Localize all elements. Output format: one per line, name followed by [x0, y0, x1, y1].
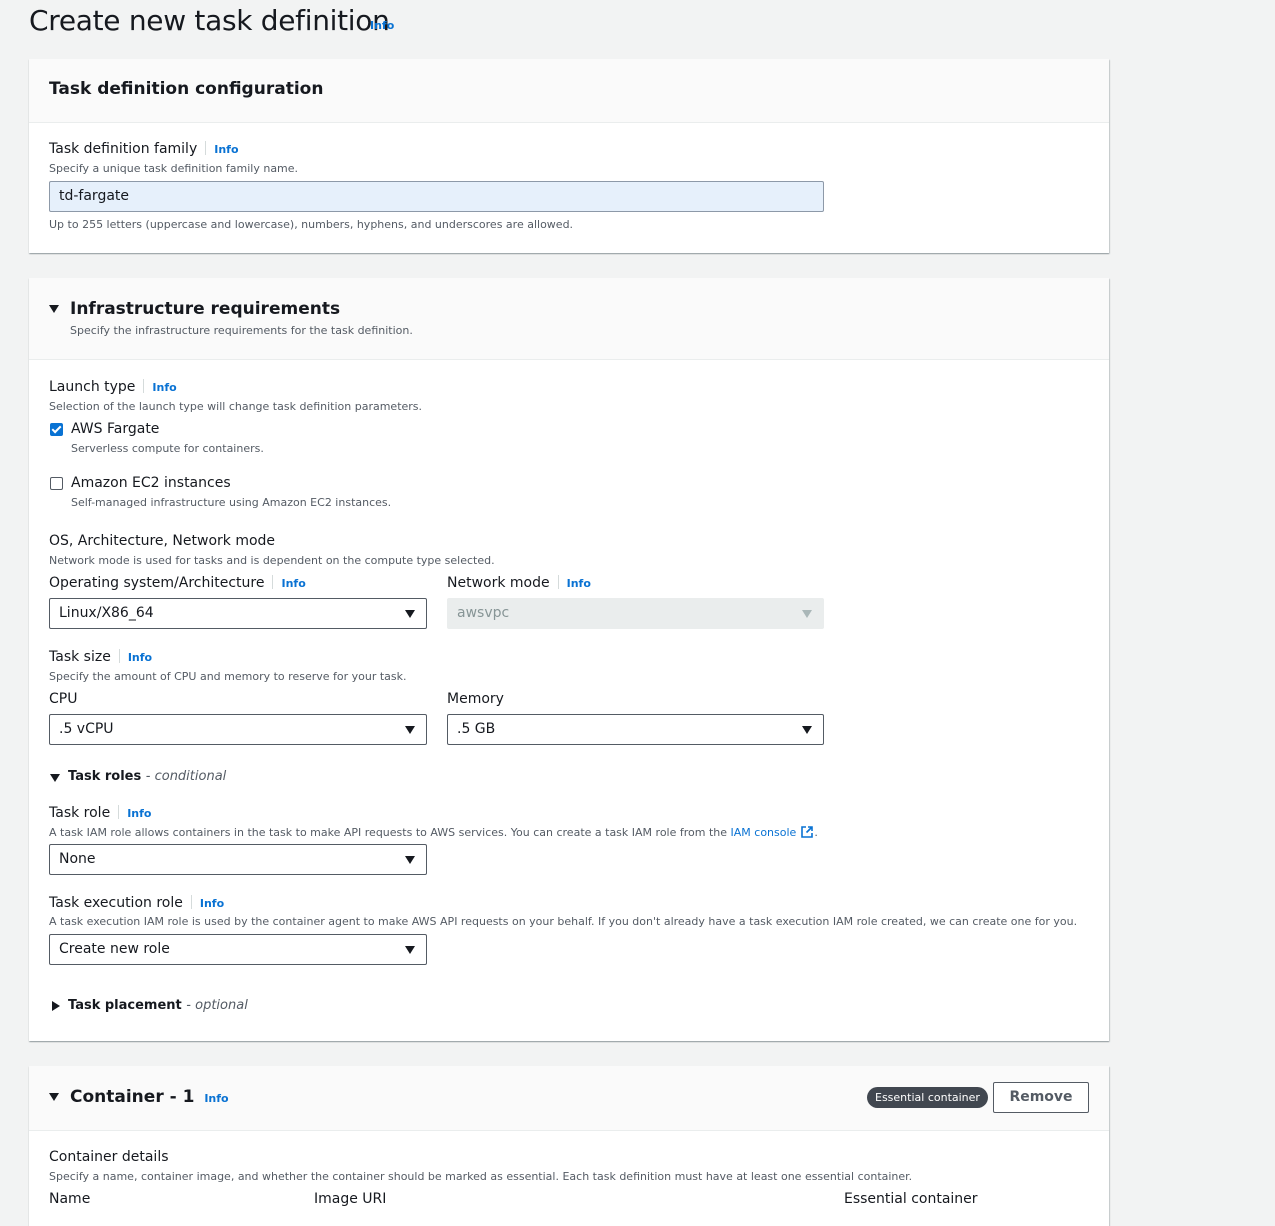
aws-fargate-description: Serverless compute for containers.: [71, 442, 264, 455]
task-placement-qualifier: - optional: [186, 998, 248, 1013]
os-architecture-value: Linux/X86_64: [59, 605, 154, 621]
memory-select[interactable]: .5 GB: [447, 714, 824, 745]
container-panel: Container - 1 Info Essential container R…: [29, 1066, 1109, 1226]
task-roles-caret-icon[interactable]: [50, 774, 60, 782]
collapse-caret-icon[interactable]: [49, 305, 59, 313]
task-roles-qualifier: - conditional: [145, 769, 227, 784]
task-role-description-end: .: [814, 826, 818, 839]
network-mode-info-link[interactable]: Info: [567, 577, 591, 590]
task-role-info-link[interactable]: Info: [127, 807, 151, 820]
essential-container-badge: Essential container: [867, 1087, 988, 1108]
os-architecture-select[interactable]: Linux/X86_64: [49, 598, 427, 629]
page-title-info-link[interactable]: Info: [370, 19, 394, 32]
task-roles-title: Task roles: [68, 769, 142, 784]
exec-role-description: A task execution IAM role is used by the…: [49, 915, 1078, 928]
os-arch-label-row: Operating system/Architecture Info: [49, 575, 306, 591]
separator: [205, 141, 207, 155]
caret-down-icon: [405, 856, 415, 864]
panel-header: Task definition configuration: [29, 59, 1109, 123]
panel-header: Container - 1 Info Essential container R…: [29, 1066, 1109, 1131]
aws-fargate-checkbox[interactable]: [50, 423, 63, 436]
task-placement-caret-icon[interactable]: [52, 1001, 60, 1011]
name-column-label: Name: [49, 1191, 91, 1207]
task-role-select[interactable]: None: [49, 844, 427, 875]
os-network-label: OS, Architecture, Network mode: [49, 533, 276, 549]
task-size-label-row: Task size Info: [49, 649, 152, 665]
memory-value: .5 GB: [457, 721, 496, 737]
os-arch-label: Operating system/Architecture: [49, 575, 265, 591]
launch-type-label: Launch type: [49, 379, 136, 395]
task-placement-title: Task placement: [68, 998, 182, 1013]
container-details-description: Specify a name, container image, and whe…: [49, 1170, 913, 1183]
caret-down-icon: [405, 726, 415, 734]
collapse-caret-icon[interactable]: [49, 1093, 59, 1101]
network-mode-label-row: Network mode Info: [447, 575, 591, 591]
exec-role-label: Task execution role: [49, 895, 183, 911]
cpu-select[interactable]: .5 vCPU: [49, 714, 427, 745]
panel-title: Task definition configuration: [49, 79, 324, 99]
task-role-description: A task IAM role allows containers in the…: [49, 825, 818, 842]
cpu-value: .5 vCPU: [59, 721, 114, 737]
separator: [118, 805, 120, 819]
network-mode-select: awsvpc: [447, 598, 824, 629]
separator: [557, 575, 559, 589]
page-title: Create new task definition: [29, 4, 390, 37]
separator: [272, 575, 274, 589]
os-arch-info-link[interactable]: Info: [281, 577, 305, 590]
infrastructure-requirements-panel: Infrastructure requirements Specify the …: [29, 278, 1109, 1041]
network-mode-label: Network mode: [447, 575, 550, 591]
family-label: Task definition family: [49, 141, 198, 157]
task-definition-family-input[interactable]: td-fargate: [49, 181, 824, 212]
amazon-ec2-checkbox[interactable]: [50, 477, 63, 490]
container-details-label: Container details: [49, 1149, 169, 1165]
image-uri-column-label: Image URI: [314, 1191, 387, 1207]
task-definition-configuration-panel: Task definition configuration Task defin…: [29, 59, 1109, 253]
task-size-description: Specify the amount of CPU and memory to …: [49, 670, 407, 683]
os-network-description: Network mode is used for tasks and is de…: [49, 554, 495, 567]
launch-type-description: Selection of the launch type will change…: [49, 400, 423, 413]
container-title-text: Container - 1: [70, 1087, 195, 1107]
separator: [143, 379, 145, 393]
panel-header: Infrastructure requirements Specify the …: [29, 278, 1109, 360]
family-label-row: Task definition family Info: [49, 141, 239, 157]
panel-title: Infrastructure requirements: [70, 299, 341, 319]
task-size-info-link[interactable]: Info: [128, 651, 152, 664]
task-execution-role-select[interactable]: Create new role: [49, 934, 427, 965]
task-placement-heading[interactable]: Task placement - optional: [68, 998, 248, 1013]
iam-console-link[interactable]: IAM console: [731, 826, 797, 839]
separator: [118, 649, 120, 663]
amazon-ec2-description: Self-managed infrastructure using Amazon…: [71, 496, 392, 509]
exec-role-value: Create new role: [59, 941, 170, 957]
container-title: Container - 1 Info: [70, 1087, 229, 1107]
family-description: Specify a unique task definition family …: [49, 162, 299, 175]
task-role-value: None: [59, 851, 96, 867]
separator: [190, 895, 192, 909]
external-link-icon[interactable]: [800, 825, 814, 842]
memory-label: Memory: [447, 691, 504, 707]
family-constraint-text: Up to 255 letters (uppercase and lowerca…: [49, 218, 574, 231]
task-role-label-row: Task role Info: [49, 805, 151, 821]
exec-role-info-link[interactable]: Info: [200, 897, 224, 910]
container-info-link[interactable]: Info: [204, 1092, 228, 1105]
exec-role-label-row: Task execution role Info: [49, 895, 224, 911]
essential-container-column-label: Essential container: [844, 1191, 978, 1207]
caret-down-icon: [405, 946, 415, 954]
task-role-description-text: A task IAM role allows containers in the…: [49, 826, 731, 839]
family-info-link[interactable]: Info: [214, 143, 238, 156]
caret-down-icon: [802, 610, 812, 618]
network-mode-value: awsvpc: [457, 605, 510, 621]
launch-type-label-row: Launch type Info: [49, 379, 177, 395]
caret-down-icon: [405, 610, 415, 618]
caret-down-icon: [802, 726, 812, 734]
launch-type-info-link[interactable]: Info: [152, 381, 176, 394]
amazon-ec2-label[interactable]: Amazon EC2 instances: [71, 475, 231, 491]
cpu-label: CPU: [49, 691, 78, 707]
panel-subtitle: Specify the infrastructure requirements …: [70, 324, 413, 337]
task-role-label: Task role: [49, 805, 111, 821]
remove-container-button[interactable]: Remove: [993, 1082, 1089, 1113]
task-roles-heading[interactable]: Task roles - conditional: [68, 769, 226, 784]
aws-fargate-label[interactable]: AWS Fargate: [71, 421, 159, 437]
task-size-label: Task size: [49, 649, 111, 665]
